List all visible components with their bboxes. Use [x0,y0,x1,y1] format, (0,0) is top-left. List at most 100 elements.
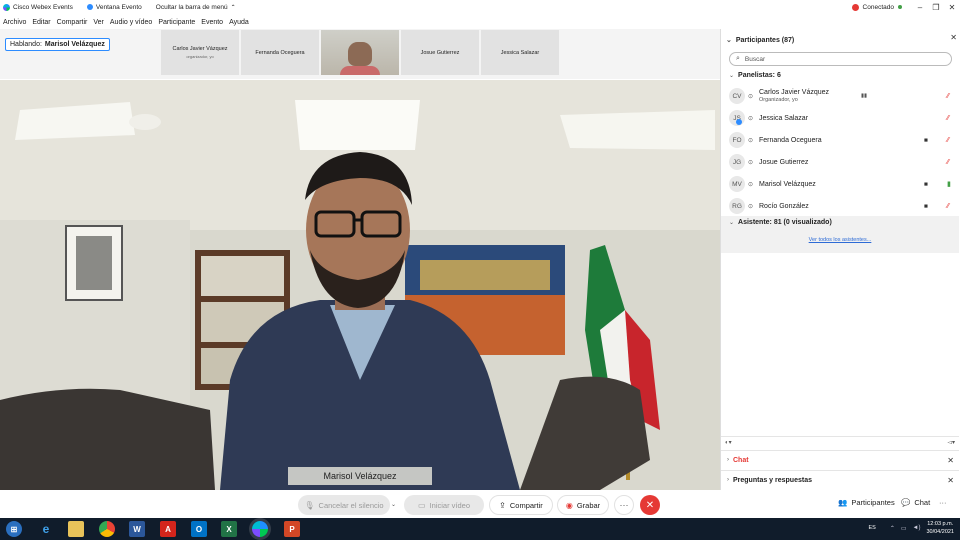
chat-section-label: Chat [733,456,749,464]
file-explorer-icon[interactable] [68,521,84,537]
headset-icon: ⊙ [748,203,754,210]
menu-compartir[interactable]: Compartir [57,19,88,26]
clock[interactable]: 12:03 p.m. 30/04/2021 [926,520,954,536]
panel-more-button[interactable]: ··· [939,498,947,507]
unmute-button[interactable]: 🎙 Cancelar el silencio [298,495,390,515]
unmute-label: Cancelar el silencio [318,500,384,510]
panelist-name: Jessica Salazar [759,114,809,122]
volume-icon[interactable]: ◄) [913,525,921,531]
avatar-initials: FO [732,136,742,144]
meeting-controls: 🎙 Cancelar el silencio ⌄ ▭ Iniciar vídeo… [0,490,960,518]
start-button[interactable]: ⊞ [6,521,22,537]
microphone-active-icon[interactable]: ▮ [947,180,951,188]
powerpoint-icon[interactable]: P [284,521,300,537]
chevron-down-icon: ⌄ [726,37,732,44]
panelist-row[interactable]: JS ⊙ Jessica Salazar ⁄⁄ [729,109,957,127]
acrobat-icon[interactable]: A [160,521,176,537]
microphone-muted-icon[interactable]: ⁄⁄ [947,115,949,122]
people-icon: 👥 [838,498,848,507]
excel-icon[interactable]: X [221,521,237,537]
thumbnail-fernanda[interactable]: Fernanda Oceguera [241,30,319,75]
chevron-down-icon[interactable]: ⌄ [391,501,396,508]
thumbnail-person-image [348,42,372,67]
share-button[interactable]: ⇪ Compartir [489,495,553,515]
show-hidden-icons-icon[interactable]: ⌃ [890,525,895,532]
menu-ver[interactable]: Ver [93,19,104,26]
qa-section-header[interactable]: › Preguntas y respuestas ✕ [721,470,959,489]
more-options-button[interactable]: ··· [614,495,634,515]
panelist-row[interactable]: FO ⊙ Fernanda Oceguera ■ ⁄⁄ [729,131,957,149]
panelist-row[interactable]: MV ⊙ Marisol Velázquez ■ ▮ [729,175,957,193]
chat-tab-button[interactable]: 💬 Chat [901,498,930,507]
panelist-row[interactable]: JG ⊙ Josue Gutierrez ⁄⁄ [729,153,957,171]
thumbnail-josue[interactable]: Josue Gutierrez [401,30,479,75]
participants-tab-button[interactable]: 👥 Participantes [838,498,895,507]
see-all-attendees-link[interactable]: Ver todos los asistentes... [721,237,959,243]
maximize-button[interactable]: ❐ [928,3,944,12]
network-icon[interactable]: ▭ [901,525,907,532]
panelist-row[interactable]: CV ⊙ Carlos Javier Vázquez Organizador, y… [729,87,957,105]
internet-explorer-icon[interactable]: e [38,521,54,537]
avatar: JS [729,110,745,126]
chat-section-header[interactable]: › Chat ✕ [721,450,959,469]
panelist-role: Organizador, yo [759,97,798,103]
language-indicator[interactable]: ES [868,525,875,531]
microphone-muted-icon[interactable]: ⁄⁄ [947,93,949,100]
attendees-section: ⌄ Asistente: 81 (0 visualizado) Ver todo… [721,216,959,253]
panel-toolbar: ◐▾ ◅▾ [721,436,959,448]
connection-status[interactable]: Conectado [863,4,894,11]
word-icon[interactable]: W [129,521,145,537]
panelist-row[interactable]: RG ⊙ Rocío González ■ ⁄⁄ [729,197,957,215]
webex-taskbar-icon[interactable] [252,521,268,537]
minimize-button[interactable]: – [912,3,928,12]
event-window-button[interactable]: Ventana Evento [86,3,142,11]
outlook-icon[interactable]: O [191,521,207,537]
microphone-muted-icon[interactable]: ⁄⁄ [947,203,949,210]
menu-audio-video[interactable]: Audio y vídeo [110,19,152,26]
menu-editar[interactable]: Editar [32,19,50,26]
thumbnail-jessica[interactable]: Jessica Salazar [481,30,559,75]
avatar-initials: MV [732,180,742,188]
main-video-feed[interactable] [0,80,720,490]
menu-participante[interactable]: Participante [158,19,195,26]
avatar: JG [729,154,745,170]
windows-taskbar: ⊞ e W A O X P ES ⌃ ▭ ◄) 12:03 p.m. 30/04… [0,518,960,540]
panel-options-icon[interactable]: ◅▾ [947,439,955,446]
participants-panel-header[interactable]: ⌄ Participantes (87) [726,34,958,46]
chrome-icon[interactable] [99,521,115,537]
close-qa-section-icon[interactable]: ✕ [947,476,954,485]
speaking-label: Hablando: [10,41,42,48]
microphone-muted-icon[interactable]: ⁄⁄ [947,137,949,144]
avatar: FO [729,132,745,148]
thumbnail-name: Josue Gutierrez [420,49,460,56]
microphone-muted-icon[interactable]: ⁄⁄ [947,159,949,166]
hide-menu-button[interactable]: Ocultar la barra de menú ⌃ [156,4,236,11]
attendees-group-header[interactable]: ⌄ Asistente: 81 (0 visualizado) [729,219,832,226]
share-label: Compartir [509,500,543,510]
leave-event-button[interactable]: ✕ [640,495,660,515]
record-label: Grabar [576,500,601,510]
panelists-group-header[interactable]: ⌄ Panelistas: 6 [729,72,781,79]
thumbnail-video-marisol[interactable] [321,30,399,75]
menu-ayuda[interactable]: Ayuda [229,19,249,26]
clock-time: 12:03 p.m. [927,521,954,527]
close-window-button[interactable]: ✕ [944,3,960,12]
speaker-name-caption: Marisol Velázquez [288,467,432,485]
close-chat-section-icon[interactable]: ✕ [947,456,954,465]
menu-archivo[interactable]: Archivo [3,19,26,26]
avatar-initials: CV [732,92,742,100]
mute-options-icon[interactable]: ◐▾ [725,439,732,446]
thumbnail-carlos[interactable]: Carlos Javier Vázquez organizador, yo [161,30,239,75]
start-video-button[interactable]: ▭ Iniciar vídeo [404,495,484,515]
panelist-name: Josue Gutierrez [759,158,809,166]
menu-evento[interactable]: Evento [201,19,223,26]
panelists-count: Panelistas: 6 [738,72,781,79]
search-placeholder: Buscar [744,55,766,63]
chat-tab-label: Chat [914,498,931,507]
participant-search-input[interactable]: ⌕ Buscar [729,52,952,66]
record-button[interactable]: ◉ Grabar [557,495,609,515]
close-panel-button[interactable]: ✕ [950,33,957,42]
avatar: MV [729,176,745,192]
chevron-down-icon: ⌄ [729,73,735,79]
event-window-label: Ventana Evento [95,3,142,11]
